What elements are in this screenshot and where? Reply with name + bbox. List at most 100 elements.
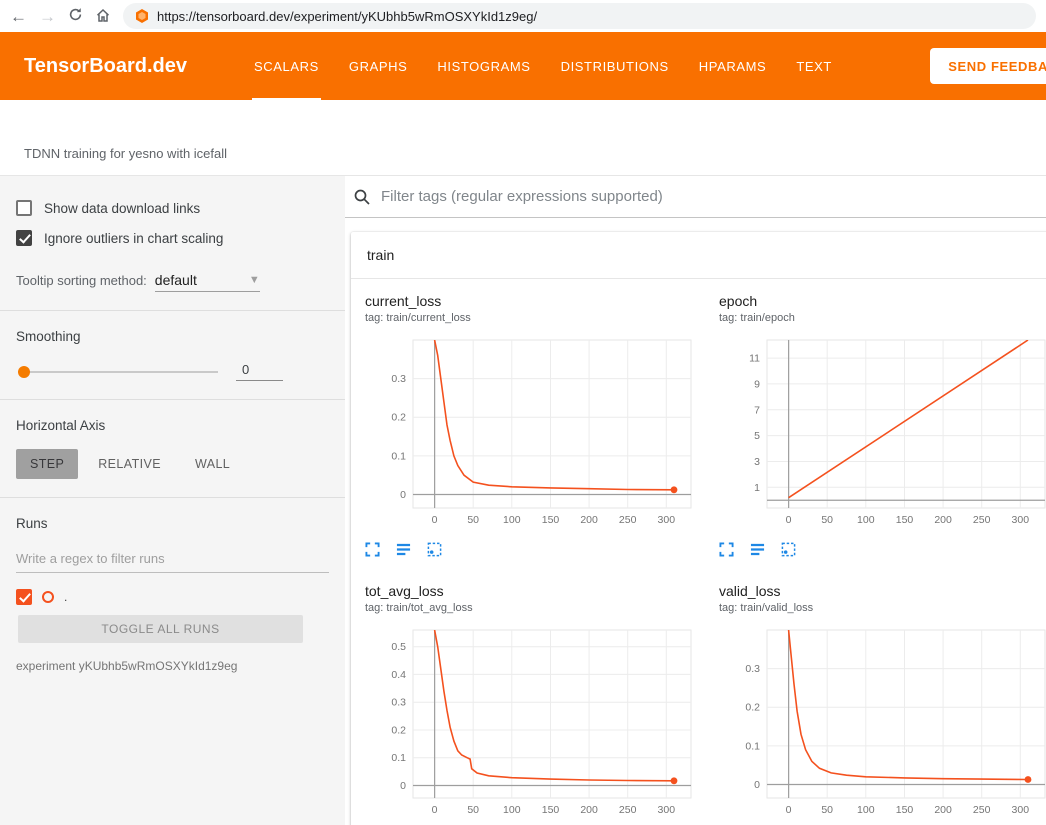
run-color-indicator [42,591,54,603]
run-checkbox[interactable] [16,589,32,605]
settings-sidebar: Show data download links Ignore outliers… [0,176,345,825]
chart-tag: tag: train/valid_loss [719,602,1046,614]
horizontal-axis-label: Horizontal Axis [16,418,329,433]
tooltip-sorting-select[interactable]: default ▼ [155,272,260,292]
svg-text:150: 150 [896,804,914,816]
svg-text:150: 150 [542,804,560,816]
svg-text:200: 200 [934,804,952,816]
main-content: Filter tags (regular expressions support… [345,176,1046,825]
tab-text[interactable]: TEXT [781,32,847,100]
fit-domain-icon[interactable] [427,542,442,557]
tab-scalars[interactable]: SCALARS [239,32,334,100]
svg-text:0: 0 [432,804,438,816]
svg-text:11: 11 [749,353,760,365]
toggle-y-scale-icon[interactable] [396,542,411,557]
chart-tag: tag: train/current_loss [365,312,699,324]
axis-wall-button[interactable]: WALL [181,449,244,479]
svg-text:5: 5 [754,430,760,442]
app-logo[interactable]: TensorBoard.dev [24,55,187,78]
send-feedback-button[interactable]: SEND FEEDBACK [930,48,1046,84]
svg-text:0.2: 0.2 [391,725,406,737]
svg-text:0: 0 [786,804,792,816]
chart-title: valid_loss [719,583,1046,599]
svg-text:0: 0 [400,489,406,501]
chart-card-epoch: epochtag: train/epoch0501001502002503001… [719,293,1046,557]
chart-card-tot_avg_loss: tot_avg_loss tag: train/tot_avg_loss 0 50 10… [365,583,699,825]
fit-domain-icon[interactable] [781,542,796,557]
toggle-all-runs-button[interactable]: TOGGLE ALL RUNS [18,615,303,643]
svg-text:50: 50 [821,804,833,816]
back-icon[interactable]: ← [10,8,27,25]
runs-label: Runs [16,516,329,531]
url-text: https://tensorboard.dev/experiment/yKUbh… [157,9,537,24]
forward-icon[interactable]: → [39,8,56,25]
app-header: TensorBoard.dev SCALARS GRAPHS HISTOGRAM… [0,32,1046,100]
svg-text:0.1: 0.1 [391,752,406,764]
train-section-card: train current_loss tag: train/current_los… [351,232,1046,825]
svg-text:300: 300 [658,514,676,526]
chart-title: current_loss [365,293,699,309]
svg-text:0.2: 0.2 [391,412,406,424]
axis-step-button[interactable]: STEP [16,449,78,479]
toggle-y-scale-icon[interactable] [750,542,765,557]
svg-text:0.4: 0.4 [391,669,406,681]
chevron-down-icon: ▼ [249,274,260,286]
browser-toolbar: ← → https://tensorboard.dev/experiment/y… [0,0,1046,32]
chart-title: tot_avg_loss [365,583,699,599]
tag-filter-bar[interactable]: Filter tags (regular expressions support… [345,176,1046,218]
tab-distributions[interactable]: DISTRIBUTIONS [546,32,684,100]
svg-text:300: 300 [1012,804,1030,816]
slider-thumb[interactable] [18,366,30,378]
smoothing-value-input[interactable]: 0 [236,362,283,381]
svg-text:100: 100 [857,514,875,526]
checkbox-checked-icon [16,230,32,246]
svg-text:100: 100 [857,804,875,816]
smoothing-slider[interactable] [18,365,218,379]
address-bar[interactable]: https://tensorboard.dev/experiment/yKUbh… [123,3,1036,29]
line-chart: 05010015020025030000.10.20.3 [365,334,699,534]
line-chart: 05010015020025030000.10.20.3 [719,624,1046,824]
train-section-header[interactable]: train [351,232,1046,279]
tooltip-sorting-value: default [155,272,197,288]
site-favicon [135,9,149,23]
svg-text:3: 3 [754,456,760,468]
expand-chart-icon[interactable] [719,542,734,557]
svg-text:9: 9 [754,378,760,390]
svg-text:0.2: 0.2 [745,702,760,714]
svg-text:0.5: 0.5 [391,641,406,653]
expand-chart-icon[interactable] [365,542,380,557]
run-list-item[interactable]: . [16,589,329,605]
svg-text:200: 200 [580,514,598,526]
tab-hparams[interactable]: HPARAMS [684,32,782,100]
svg-text:0.3: 0.3 [745,663,760,675]
svg-text:0.3: 0.3 [391,373,406,385]
home-icon[interactable] [95,7,111,26]
svg-text:100: 100 [503,804,521,816]
checkbox-label: Ignore outliers in chart scaling [44,231,223,246]
runs-filter-input[interactable] [16,547,329,573]
tab-graphs[interactable]: GRAPHS [334,32,423,100]
svg-text:300: 300 [658,804,676,816]
svg-text:0.1: 0.1 [745,740,760,752]
svg-text:50: 50 [821,514,833,526]
divider [0,497,345,498]
axis-relative-button[interactable]: RELATIVE [84,449,175,479]
chart-title: epoch [719,293,1046,309]
svg-text:7: 7 [754,404,760,416]
svg-text:100: 100 [503,514,521,526]
chart-grid: current_losstag: train/current_loss05010… [351,279,1046,825]
line-chart: 0501001502002503001357911 [719,334,1046,534]
svg-text:250: 250 [619,804,637,816]
tab-histograms[interactable]: HISTOGRAMS [422,32,545,100]
line-chart: 05010015020025030000.10.20.30.40.5 [365,624,699,824]
chart-tag: tag: train/tot_avg_loss [365,602,699,614]
run-name: . [64,590,67,604]
svg-text:50: 50 [467,804,479,816]
show-download-links-checkbox[interactable]: Show data download links [16,200,329,216]
reload-icon[interactable] [68,7,83,25]
svg-text:150: 150 [542,514,560,526]
svg-text:250: 250 [973,514,991,526]
svg-text:0: 0 [432,514,438,526]
ignore-outliers-checkbox[interactable]: Ignore outliers in chart scaling [16,230,329,246]
tag-filter-placeholder: Filter tags (regular expressions support… [381,188,663,205]
